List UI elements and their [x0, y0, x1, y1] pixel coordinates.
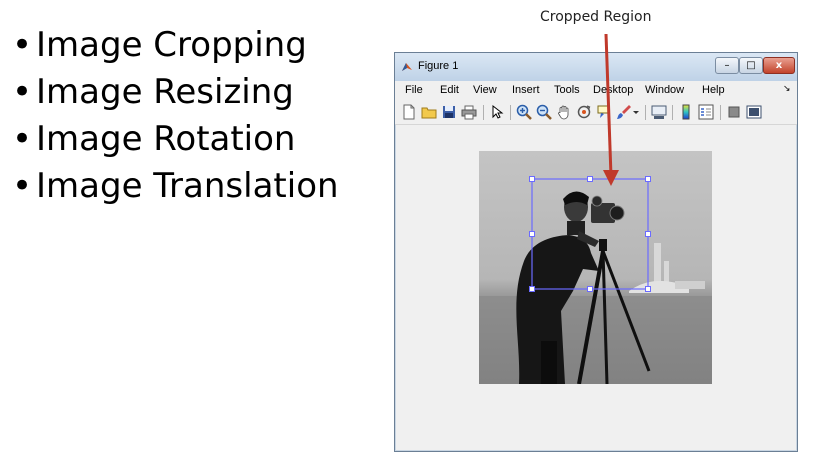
annotation-arrow-icon — [603, 33, 619, 186]
